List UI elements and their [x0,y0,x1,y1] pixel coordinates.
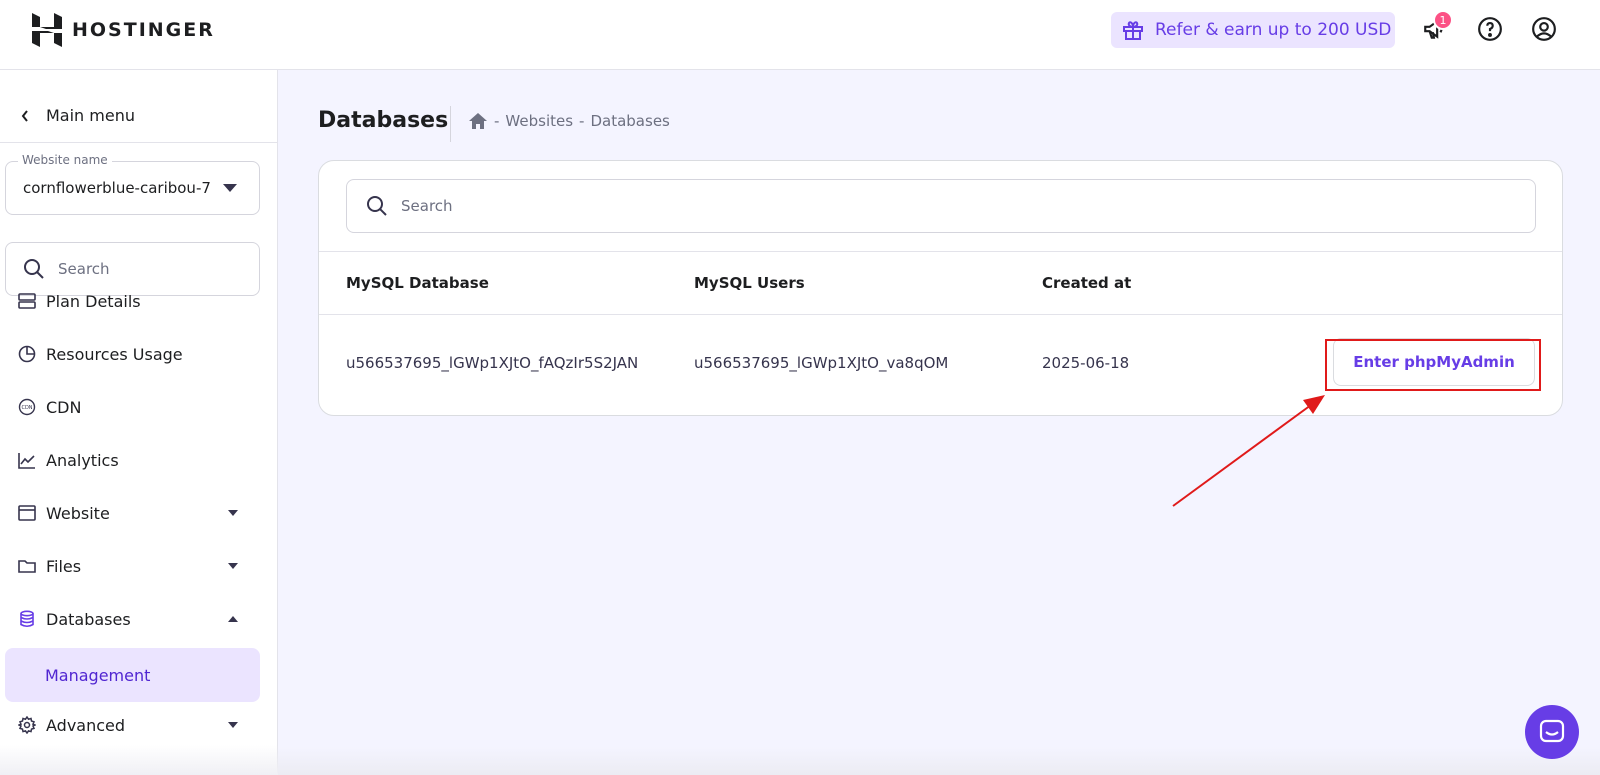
column-header-database: MySQL Database [346,274,489,292]
sidebar-item-files[interactable]: Files [0,546,278,586]
search-icon [24,259,44,279]
sidebar-item-analytics[interactable]: Analytics [0,440,278,480]
breadcrumb-separator: - [494,112,500,130]
created-date: 2025-06-18 [1042,354,1130,372]
notification-badge: 1 [1433,10,1453,30]
breadcrumb: - Websites - Databases [468,112,670,130]
title-divider [450,106,451,142]
column-header-users: MySQL Users [694,274,805,292]
gift-icon [1123,21,1143,40]
folder-icon [18,557,36,575]
website-name-label: Website name [18,153,112,167]
bottom-fade [278,747,1600,775]
browser-window-icon [18,504,36,522]
caret-up-icon [228,616,238,622]
caret-down-icon [228,563,238,569]
database-search-input[interactable] [401,197,1401,215]
top-header: HOSTINGER Refer & earn up to 200 USD 1 [0,0,1600,70]
sidebar-item-cdn[interactable]: CDN CDN [0,387,278,427]
sidebar-item-label: Files [46,556,82,576]
sidebar-item-resources-usage[interactable]: Resources Usage [0,334,278,374]
cdn-icon: CDN [18,398,36,416]
sidebar-item-website[interactable]: Website [0,493,278,533]
website-name-value: cornflowerblue-caribou-7 [23,179,211,197]
hostinger-logo-icon [32,13,62,47]
refer-earn-button[interactable]: Refer & earn up to 200 USD [1111,12,1395,48]
sidebar-item-label: Resources Usage [46,344,183,364]
logo-text: HOSTINGER [72,19,215,41]
hostinger-logo[interactable]: HOSTINGER [32,13,215,47]
sidebar-item-management[interactable]: Management [5,648,260,702]
sidebar-item-databases[interactable]: Databases [0,599,278,639]
pie-chart-icon [18,345,36,363]
chat-icon [1539,719,1565,743]
sidebar-item-advanced[interactable]: Advanced [0,705,278,745]
server-icon [18,292,36,310]
highlight-box [1325,339,1541,391]
caret-down-icon [228,510,238,516]
svg-text:CDN: CDN [21,405,32,411]
sidebar-item-label: CDN [46,397,82,417]
chevron-left-icon [21,109,28,122]
sidebar-item-plan-details[interactable]: Plan Details [0,281,278,321]
sidebar-fade [0,745,278,775]
column-header-created: Created at [1042,274,1132,292]
analytics-icon [18,451,36,469]
sidebar-item-label: Management [45,665,151,685]
notifications-button[interactable]: 1 [1420,10,1453,44]
help-icon [1478,17,1502,41]
sidebar-item-label: Website [46,503,110,523]
main-menu-link[interactable]: Main menu [20,106,135,125]
refer-earn-label: Refer & earn up to 200 USD [1155,20,1392,40]
database-user: u566537695_lGWp1XJtO_va8qOM [694,354,949,372]
database-icon [18,610,36,628]
breadcrumb-separator: - [579,112,585,130]
sidebar-item-label: Plan Details [46,291,141,311]
sidebar-item-label: Advanced [46,715,126,735]
gear-icon [18,716,36,734]
chat-button[interactable] [1525,705,1579,759]
page-title: Databases [318,108,449,133]
website-name-select[interactable]: Website name cornflowerblue-caribou-7 [5,153,260,215]
main-menu-label: Main menu [46,106,135,125]
user-avatar-icon [1532,17,1556,41]
sidebar-item-label: Databases [46,609,131,629]
database-search[interactable] [346,179,1536,233]
sidebar-divider [0,142,278,143]
sidebar-search-input[interactable] [58,260,228,278]
caret-down-icon [223,184,237,192]
help-button[interactable] [1475,14,1505,44]
breadcrumb-databases: Databases [590,112,670,130]
home-icon[interactable] [468,112,488,130]
sidebar-item-label: Analytics [46,450,119,470]
search-icon [367,196,387,216]
sidebar: Main menu Website name cornflowerblue-ca… [0,70,278,775]
account-button[interactable] [1529,14,1559,44]
table-header: MySQL Database MySQL Users Created at [319,251,1562,315]
database-name: u566537695_lGWp1XJtO_fAQzIr5S2JAN [346,354,639,372]
caret-down-icon [228,722,238,728]
breadcrumb-websites[interactable]: Websites [505,112,573,130]
